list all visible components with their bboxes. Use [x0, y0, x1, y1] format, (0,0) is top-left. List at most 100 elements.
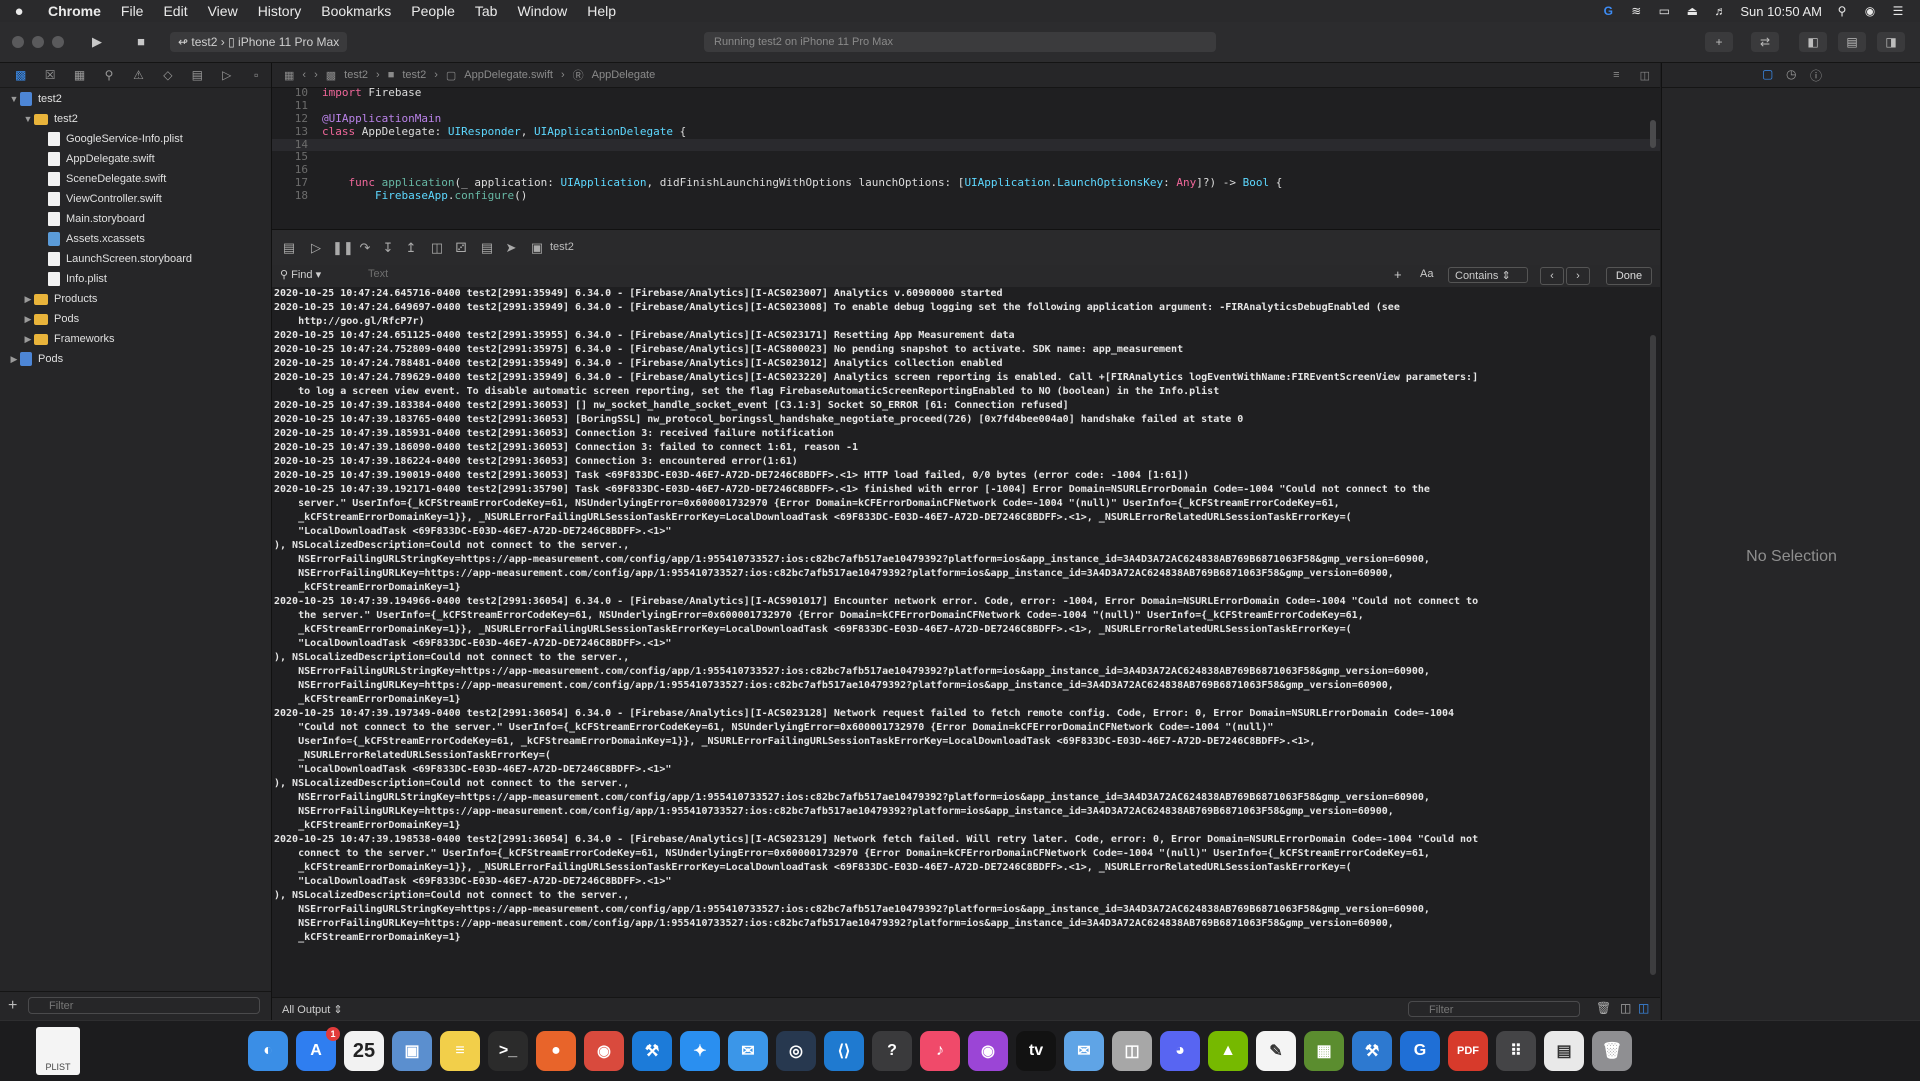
tree-item[interactable]: AppDelegate.swift [36, 149, 155, 169]
menu-history[interactable]: History [248, 3, 312, 19]
environment-overrides-icon[interactable]: ▤ [478, 240, 496, 256]
textedit-icon[interactable]: ✎ [1256, 1031, 1296, 1071]
code-line[interactable]: 10 import Firebase [272, 87, 1660, 100]
mail-icon[interactable]: ✉ [1064, 1031, 1104, 1071]
pdf-icon[interactable]: PDF [1448, 1031, 1488, 1071]
disclosure-closed-icon[interactable]: ▶ [8, 349, 20, 369]
jumpbar-crumb-symbol[interactable]: AppDelegate [588, 69, 660, 81]
symbol-navigator-tab-icon[interactable]: ▦ [65, 68, 94, 82]
stop-button[interactable]: ■ [130, 31, 152, 53]
find-mode-selector[interactable]: ⚲ Find ▾ [280, 268, 321, 281]
tree-item[interactable]: Info.plist [36, 269, 107, 289]
navigator-filter-input[interactable]: Filter [28, 997, 260, 1014]
back-button[interactable]: ‹ [298, 69, 310, 81]
discord-icon[interactable]: ◕ [1160, 1031, 1200, 1071]
eject-icon[interactable]: ⏏ [1684, 4, 1700, 18]
chrome-icon[interactable]: ◉ [584, 1031, 624, 1071]
toggle-inspector-button[interactable]: ◨ [1877, 32, 1905, 52]
code-review-button[interactable]: ⇄ [1751, 32, 1779, 52]
show-variables-icon[interactable]: ◫ [1620, 1001, 1631, 1015]
vscode-icon[interactable]: ⟨⟩ [824, 1031, 864, 1071]
breakpoint-navigator-tab-icon[interactable]: ▷ [212, 68, 241, 82]
hide-debug-area-icon[interactable]: ▤ [280, 240, 298, 256]
podcasts-icon[interactable]: ◉ [968, 1031, 1008, 1071]
memory-graph-icon[interactable]: ⚂ [452, 240, 470, 256]
project-navigator-tab-icon[interactable]: ▩ [6, 68, 35, 82]
jumpbar-crumb-file[interactable]: AppDelegate.swift [460, 69, 557, 81]
menu-window[interactable]: Window [507, 3, 577, 19]
test-navigator-tab-icon[interactable]: ◇ [153, 68, 182, 82]
tree-item[interactable]: GoogleService-Info.plist [36, 129, 183, 149]
file-browser-icon[interactable]: ▤ [1544, 1031, 1584, 1071]
tree-item[interactable]: ▼ test2 [8, 89, 62, 109]
menu-people[interactable]: People [401, 3, 465, 19]
jumpbar-crumb-project[interactable]: test2 [340, 69, 372, 81]
code-line[interactable]: 14 [272, 138, 1660, 152]
editor-options-icon[interactable]: ≡ [1609, 69, 1623, 81]
wifi-icon[interactable]: ≋ [1628, 4, 1644, 18]
notification-center-icon[interactable]: ☰ [1890, 4, 1906, 18]
tree-item[interactable]: ▶ Pods [22, 309, 80, 329]
scheme-selector[interactable]: ↫ test2 › ▯ iPhone 11 Pro Max [170, 32, 348, 52]
tree-item[interactable]: ▶ Pods [8, 349, 63, 369]
disclosure-open-icon[interactable]: ▼ [22, 109, 34, 129]
xcode-tools-icon[interactable]: ⚒ [1352, 1031, 1392, 1071]
tree-item[interactable]: ViewController.swift [36, 189, 162, 209]
console-output[interactable]: 2020-10-25 10:47:24.645716-0400 test2[29… [272, 287, 1660, 997]
breakpoints-toggle-icon[interactable]: ▷ [307, 240, 325, 256]
code-line[interactable]: 13 class AppDelegate: UIResponder, UIAppl… [272, 125, 1660, 139]
tree-item[interactable]: LaunchScreen.storyboard [36, 249, 192, 269]
file-inspector-tab-icon[interactable]: ▢ [1762, 67, 1773, 81]
menu-tab[interactable]: Tab [465, 3, 508, 19]
spotlight-search-icon[interactable]: ⚲ [1834, 4, 1850, 18]
debug-process-name[interactable]: test2 [550, 241, 574, 253]
find-next-button[interactable]: › [1566, 267, 1590, 285]
issue-navigator-tab-icon[interactable]: ⚠ [124, 68, 153, 82]
show-console-icon[interactable]: ◫ [1638, 1001, 1649, 1015]
airplay-icon[interactable]: ▭ [1656, 4, 1672, 18]
menu-edit[interactable]: Edit [153, 3, 197, 19]
trash-icon[interactable]: 🗑 [1592, 1031, 1632, 1071]
console-scrollbar[interactable] [1650, 335, 1656, 975]
step-out-icon[interactable]: ↥ [402, 240, 420, 256]
report-navigator-tab-icon[interactable]: ▫ [242, 68, 271, 82]
terminal-icon[interactable]: >_ [488, 1031, 528, 1071]
jumpbar-crumb-folder[interactable]: test2 [398, 69, 430, 81]
related-items-icon[interactable]: ▦ [272, 69, 298, 82]
safari-icon[interactable]: ✦ [680, 1031, 720, 1071]
minecraft-icon[interactable]: ▦ [1304, 1031, 1344, 1071]
steam-icon[interactable]: ◎ [776, 1031, 816, 1071]
find-previous-button[interactable]: ‹ [1540, 267, 1564, 285]
preview-icon[interactable]: ▣ [392, 1031, 432, 1071]
pause-icon[interactable]: ❚❚ [332, 240, 354, 256]
forward-button[interactable]: › [310, 69, 322, 81]
mission-control-icon[interactable]: ⠿ [1496, 1031, 1536, 1071]
app-store-icon[interactable]: A1 [296, 1027, 340, 1071]
nvidia-icon[interactable]: ▲ [1208, 1031, 1248, 1071]
menu-view[interactable]: View [198, 3, 248, 19]
match-case-toggle[interactable]: Aa [1420, 268, 1433, 280]
simulate-location-icon[interactable]: ➤ [502, 240, 520, 256]
toggle-debug-area-button[interactable]: ▤ [1838, 32, 1866, 52]
close-window-button[interactable] [12, 36, 24, 48]
find-text-input[interactable]: Text [368, 268, 388, 280]
disclosure-open-icon[interactable]: ▼ [8, 89, 20, 109]
run-button[interactable]: ▶ [86, 31, 108, 53]
match-style-select[interactable]: Contains ⇕ [1448, 267, 1528, 283]
code-line[interactable]: 18 FirebaseApp.configure() [272, 189, 1660, 203]
tree-item[interactable]: SceneDelegate.swift [36, 169, 166, 189]
menu-help[interactable]: Help [577, 3, 626, 19]
recent-document-plist-icon[interactable]: PLIST [36, 1027, 80, 1075]
toggle-navigator-button[interactable]: ◧ [1799, 32, 1827, 52]
disclosure-closed-icon[interactable]: ▶ [22, 309, 34, 329]
console-filter-input[interactable]: Filter [1408, 1001, 1580, 1017]
view-debugger-icon[interactable]: ◫ [428, 240, 446, 256]
help-icon[interactable]: ? [872, 1031, 912, 1071]
editor-scrollbar[interactable] [1650, 120, 1656, 148]
step-into-icon[interactable]: ↧ [379, 240, 397, 256]
google-drive-status-icon[interactable]: G [1600, 4, 1616, 18]
add-editor-icon[interactable]: ◫ [1624, 69, 1660, 82]
source-control-tab-icon[interactable]: ☒ [35, 68, 64, 82]
music-icon[interactable]: ♪ [920, 1031, 960, 1071]
clock[interactable]: Sun 10:50 AM [1740, 4, 1822, 19]
